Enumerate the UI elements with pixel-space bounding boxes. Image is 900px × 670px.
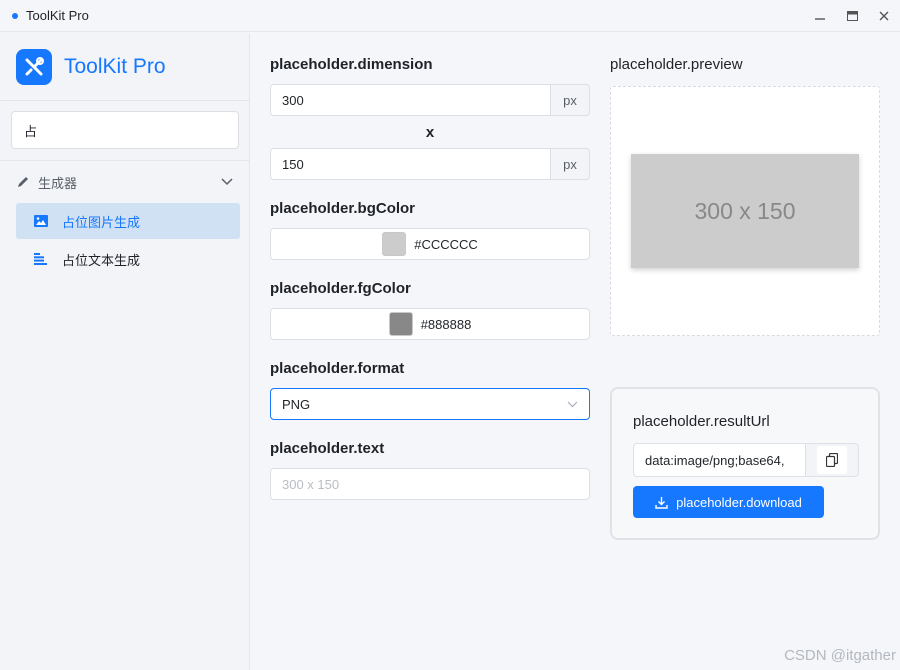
nav-group-label: 生成器 bbox=[38, 175, 78, 191]
minimize-icon bbox=[815, 18, 825, 20]
fgcolor-swatch bbox=[388, 312, 413, 336]
download-button[interactable]: placeholder.download bbox=[633, 486, 824, 518]
brand-name: ToolKit Pro bbox=[64, 54, 166, 78]
width-input-group: 300 px bbox=[270, 84, 590, 116]
preview-label: placeholder.preview bbox=[610, 56, 743, 73]
format-value: PNG bbox=[282, 396, 311, 412]
copy-icon bbox=[826, 453, 838, 467]
download-icon bbox=[655, 496, 668, 509]
toolkit-logo-icon bbox=[16, 48, 52, 85]
nav-group-generators[interactable]: 生成器 bbox=[0, 161, 249, 203]
download-label: placeholder.download bbox=[676, 494, 802, 510]
image-icon bbox=[34, 215, 48, 227]
dimension-label: placeholder.dimension bbox=[270, 56, 433, 73]
watermark: CSDN @itgather bbox=[784, 647, 896, 664]
copy-button[interactable] bbox=[806, 443, 859, 477]
width-unit: px bbox=[551, 84, 590, 116]
pencil-icon bbox=[18, 177, 28, 187]
times-separator: x bbox=[425, 124, 435, 141]
preview-image-text: 300 x 150 bbox=[694, 197, 796, 224]
title-bar: ToolKit Pro bbox=[0, 0, 900, 32]
result-url-input[interactable]: data:image/png;base64, bbox=[633, 443, 806, 477]
height-unit: px bbox=[551, 148, 590, 180]
fgcolor-picker[interactable]: #888888 bbox=[270, 308, 590, 340]
chevron-down-icon bbox=[221, 178, 233, 186]
format-select[interactable]: PNG bbox=[270, 388, 590, 420]
align-left-icon bbox=[34, 253, 47, 265]
text-input[interactable] bbox=[270, 468, 590, 500]
bgcolor-picker[interactable]: #CCCCCC bbox=[270, 228, 590, 260]
preview-image: 300 x 150 bbox=[631, 154, 859, 268]
result-card: placeholder.resultUrl data:image/png;bas… bbox=[610, 387, 880, 540]
bgcolor-swatch bbox=[382, 232, 407, 256]
window-controls bbox=[804, 0, 900, 32]
bgcolor-value: #CCCCCC bbox=[414, 236, 478, 252]
result-url-label: placeholder.resultUrl bbox=[633, 413, 770, 430]
close-icon bbox=[879, 11, 889, 21]
fgcolor-label: placeholder.fgColor bbox=[270, 280, 411, 297]
sidebar-item-label: 占位图片生成 bbox=[62, 214, 141, 230]
maximize-button[interactable] bbox=[836, 0, 868, 32]
preview-box: 300 x 150 bbox=[610, 86, 880, 336]
height-input[interactable]: 150 bbox=[270, 148, 551, 180]
format-label: placeholder.format bbox=[270, 360, 405, 377]
sidebar-item-label: 占位文本生成 bbox=[62, 252, 141, 268]
height-input-group: 150 px bbox=[270, 148, 590, 180]
text-label: placeholder.text bbox=[270, 440, 385, 457]
fgcolor-value: #888888 bbox=[420, 316, 472, 332]
result-url-row: data:image/png;base64, bbox=[633, 443, 859, 477]
search-input[interactable] bbox=[11, 111, 239, 149]
brand: ToolKit Pro bbox=[0, 33, 249, 101]
sidebar-item-placeholder-image[interactable]: 占位图片生成 bbox=[16, 203, 240, 239]
close-button[interactable] bbox=[868, 0, 900, 32]
minimize-button[interactable] bbox=[804, 0, 836, 32]
sidebar: ToolKit Pro 生成器 占位图片生成 占位文本生成 bbox=[0, 33, 250, 670]
width-input[interactable]: 300 bbox=[270, 84, 551, 116]
bgcolor-label: placeholder.bgColor bbox=[270, 200, 416, 217]
copy-button-inner bbox=[817, 446, 847, 474]
search-wrap bbox=[0, 101, 249, 161]
app-dot-icon bbox=[12, 12, 18, 19]
sidebar-item-placeholder-text[interactable]: 占位文本生成 bbox=[16, 241, 240, 277]
chevron-down-icon bbox=[567, 401, 578, 407]
maximize-icon bbox=[846, 11, 858, 21]
window-title: ToolKit Pro bbox=[26, 8, 89, 23]
